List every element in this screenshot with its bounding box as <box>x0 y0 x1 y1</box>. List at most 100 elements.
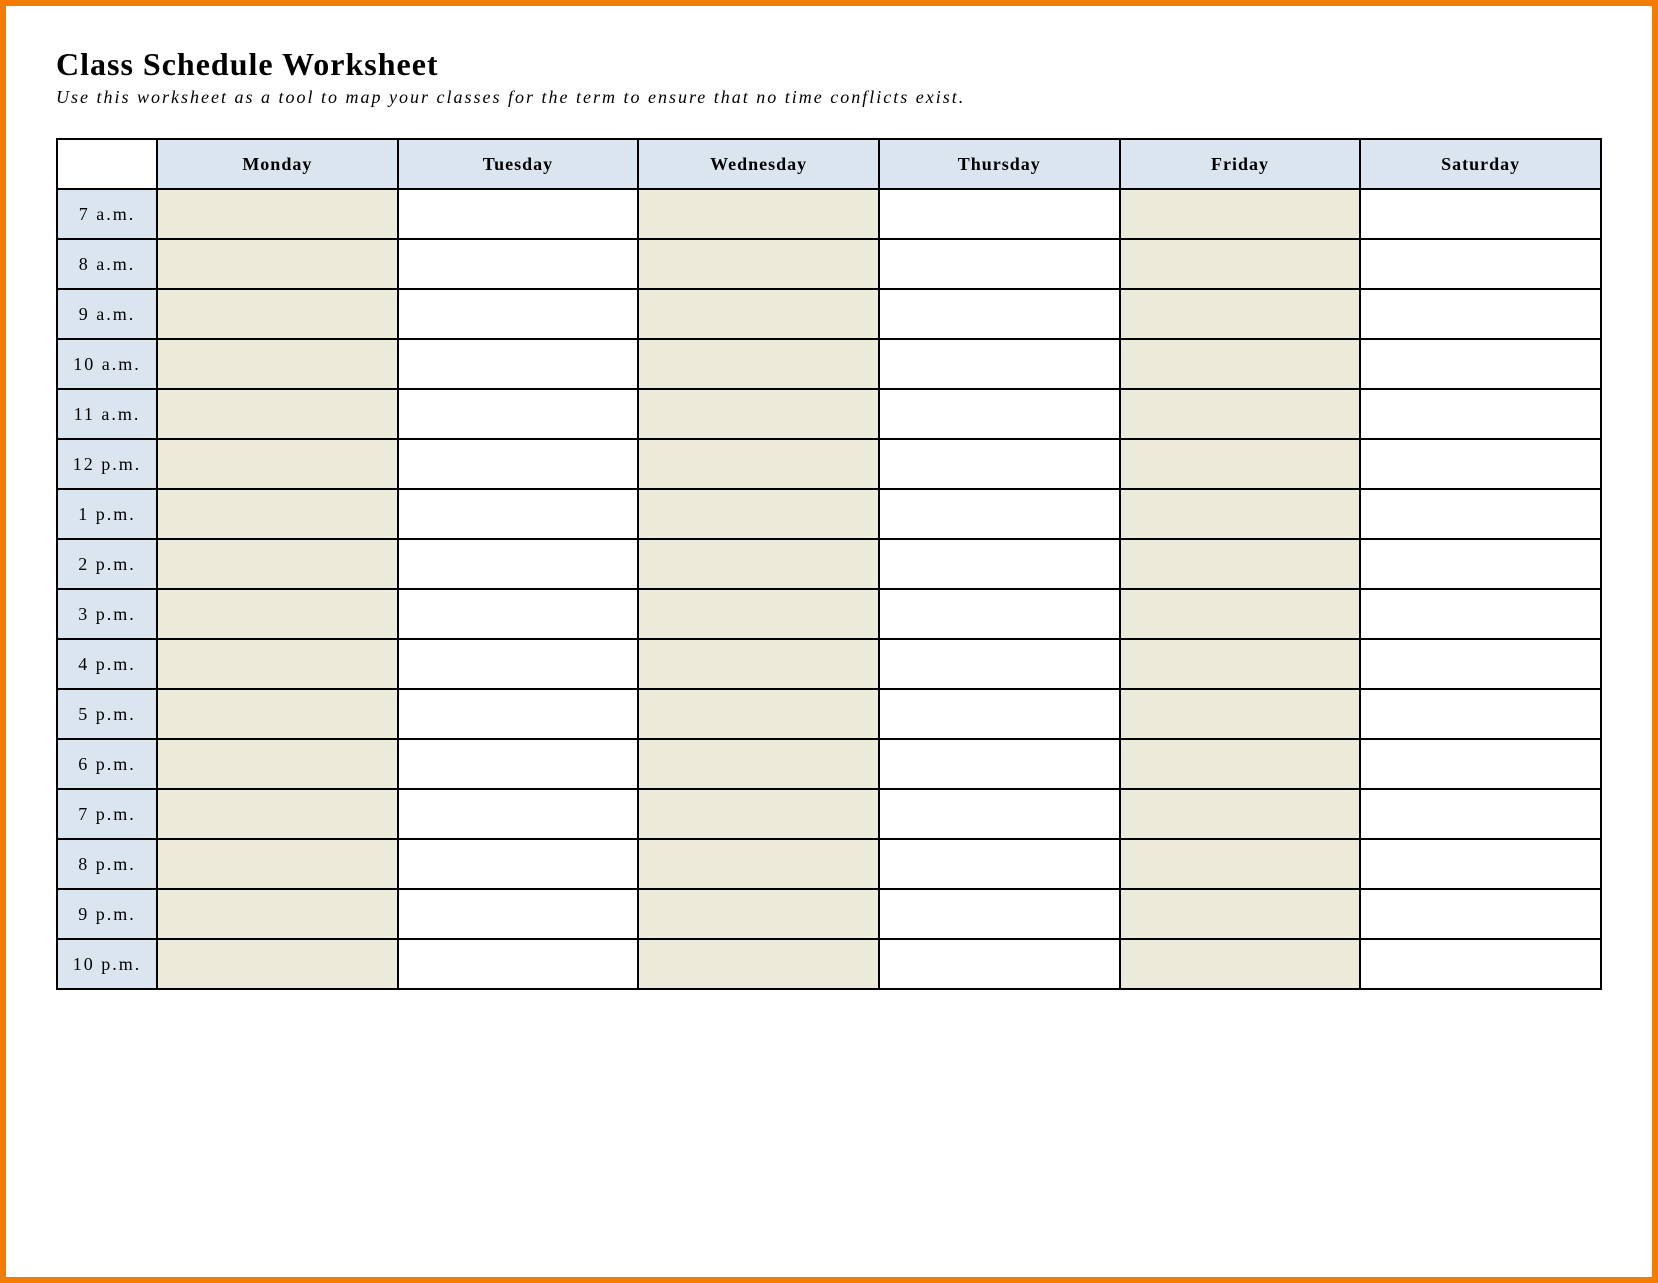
schedule-cell[interactable] <box>157 189 398 239</box>
schedule-cell[interactable] <box>157 389 398 439</box>
schedule-cell[interactable] <box>1360 589 1601 639</box>
schedule-cell[interactable] <box>1120 239 1361 289</box>
schedule-cell[interactable] <box>398 539 639 589</box>
schedule-cell[interactable] <box>1120 289 1361 339</box>
schedule-cell[interactable] <box>1120 539 1361 589</box>
schedule-cell[interactable] <box>638 389 879 439</box>
schedule-cell[interactable] <box>879 489 1120 539</box>
schedule-cell[interactable] <box>1120 189 1361 239</box>
schedule-cell[interactable] <box>157 889 398 939</box>
time-row: 11 a.m. <box>57 389 1601 439</box>
schedule-cell[interactable] <box>1360 839 1601 889</box>
schedule-cell[interactable] <box>1120 689 1361 739</box>
schedule-cell[interactable] <box>638 339 879 389</box>
schedule-cell[interactable] <box>879 289 1120 339</box>
schedule-cell[interactable] <box>1120 489 1361 539</box>
schedule-cell[interactable] <box>879 639 1120 689</box>
schedule-cell[interactable] <box>879 589 1120 639</box>
schedule-cell[interactable] <box>157 689 398 739</box>
schedule-cell[interactable] <box>398 489 639 539</box>
schedule-cell[interactable] <box>638 939 879 989</box>
schedule-cell[interactable] <box>879 789 1120 839</box>
schedule-cell[interactable] <box>638 439 879 489</box>
schedule-cell[interactable] <box>1360 439 1601 489</box>
schedule-cell[interactable] <box>398 189 639 239</box>
schedule-cell[interactable] <box>1360 739 1601 789</box>
schedule-cell[interactable] <box>638 489 879 539</box>
schedule-cell[interactable] <box>638 839 879 889</box>
schedule-cell[interactable] <box>157 739 398 789</box>
schedule-cell[interactable] <box>398 439 639 489</box>
schedule-cell[interactable] <box>638 739 879 789</box>
schedule-cell[interactable] <box>1360 789 1601 839</box>
schedule-cell[interactable] <box>1120 589 1361 639</box>
schedule-cell[interactable] <box>879 689 1120 739</box>
schedule-cell[interactable] <box>638 239 879 289</box>
schedule-cell[interactable] <box>879 889 1120 939</box>
schedule-cell[interactable] <box>398 889 639 939</box>
schedule-cell[interactable] <box>157 639 398 689</box>
schedule-cell[interactable] <box>1360 689 1601 739</box>
schedule-cell[interactable] <box>638 589 879 639</box>
schedule-cell[interactable] <box>157 339 398 389</box>
schedule-cell[interactable] <box>1120 339 1361 389</box>
schedule-cell[interactable] <box>638 689 879 739</box>
schedule-cell[interactable] <box>638 789 879 839</box>
schedule-cell[interactable] <box>157 589 398 639</box>
schedule-cell[interactable] <box>398 639 639 689</box>
day-header: Monday <box>157 139 398 189</box>
schedule-cell[interactable] <box>1360 339 1601 389</box>
schedule-cell[interactable] <box>157 939 398 989</box>
time-row: 9 p.m. <box>57 889 1601 939</box>
schedule-cell[interactable] <box>879 739 1120 789</box>
schedule-cell[interactable] <box>1360 939 1601 989</box>
schedule-cell[interactable] <box>1360 239 1601 289</box>
schedule-cell[interactable] <box>1120 389 1361 439</box>
schedule-cell[interactable] <box>1360 639 1601 689</box>
schedule-cell[interactable] <box>398 689 639 739</box>
schedule-cell[interactable] <box>879 839 1120 889</box>
time-header: 6 p.m. <box>57 739 157 789</box>
schedule-cell[interactable] <box>1120 839 1361 889</box>
schedule-cell[interactable] <box>398 739 639 789</box>
schedule-cell[interactable] <box>157 239 398 289</box>
schedule-cell[interactable] <box>1120 939 1361 989</box>
schedule-cell[interactable] <box>1120 639 1361 689</box>
schedule-cell[interactable] <box>1120 439 1361 489</box>
schedule-cell[interactable] <box>638 539 879 589</box>
schedule-cell[interactable] <box>157 789 398 839</box>
schedule-cell[interactable] <box>1360 189 1601 239</box>
schedule-cell[interactable] <box>1360 389 1601 439</box>
schedule-cell[interactable] <box>1360 289 1601 339</box>
schedule-cell[interactable] <box>1120 889 1361 939</box>
schedule-cell[interactable] <box>879 389 1120 439</box>
schedule-cell[interactable] <box>1360 539 1601 589</box>
schedule-cell[interactable] <box>879 189 1120 239</box>
schedule-cell[interactable] <box>398 789 639 839</box>
schedule-cell[interactable] <box>879 539 1120 589</box>
schedule-cell[interactable] <box>879 439 1120 489</box>
schedule-cell[interactable] <box>157 489 398 539</box>
schedule-cell[interactable] <box>638 889 879 939</box>
schedule-cell[interactable] <box>398 339 639 389</box>
schedule-cell[interactable] <box>157 539 398 589</box>
schedule-cell[interactable] <box>879 339 1120 389</box>
schedule-cell[interactable] <box>398 839 639 889</box>
schedule-cell[interactable] <box>398 389 639 439</box>
schedule-cell[interactable] <box>879 939 1120 989</box>
schedule-cell[interactable] <box>638 189 879 239</box>
schedule-cell[interactable] <box>157 839 398 889</box>
schedule-cell[interactable] <box>1360 489 1601 539</box>
schedule-cell[interactable] <box>398 939 639 989</box>
schedule-cell[interactable] <box>1120 789 1361 839</box>
schedule-cell[interactable] <box>638 639 879 689</box>
schedule-cell[interactable] <box>638 289 879 339</box>
schedule-cell[interactable] <box>1360 889 1601 939</box>
schedule-cell[interactable] <box>398 239 639 289</box>
schedule-cell[interactable] <box>157 439 398 489</box>
schedule-cell[interactable] <box>398 589 639 639</box>
schedule-cell[interactable] <box>879 239 1120 289</box>
schedule-cell[interactable] <box>398 289 639 339</box>
schedule-cell[interactable] <box>157 289 398 339</box>
schedule-cell[interactable] <box>1120 739 1361 789</box>
